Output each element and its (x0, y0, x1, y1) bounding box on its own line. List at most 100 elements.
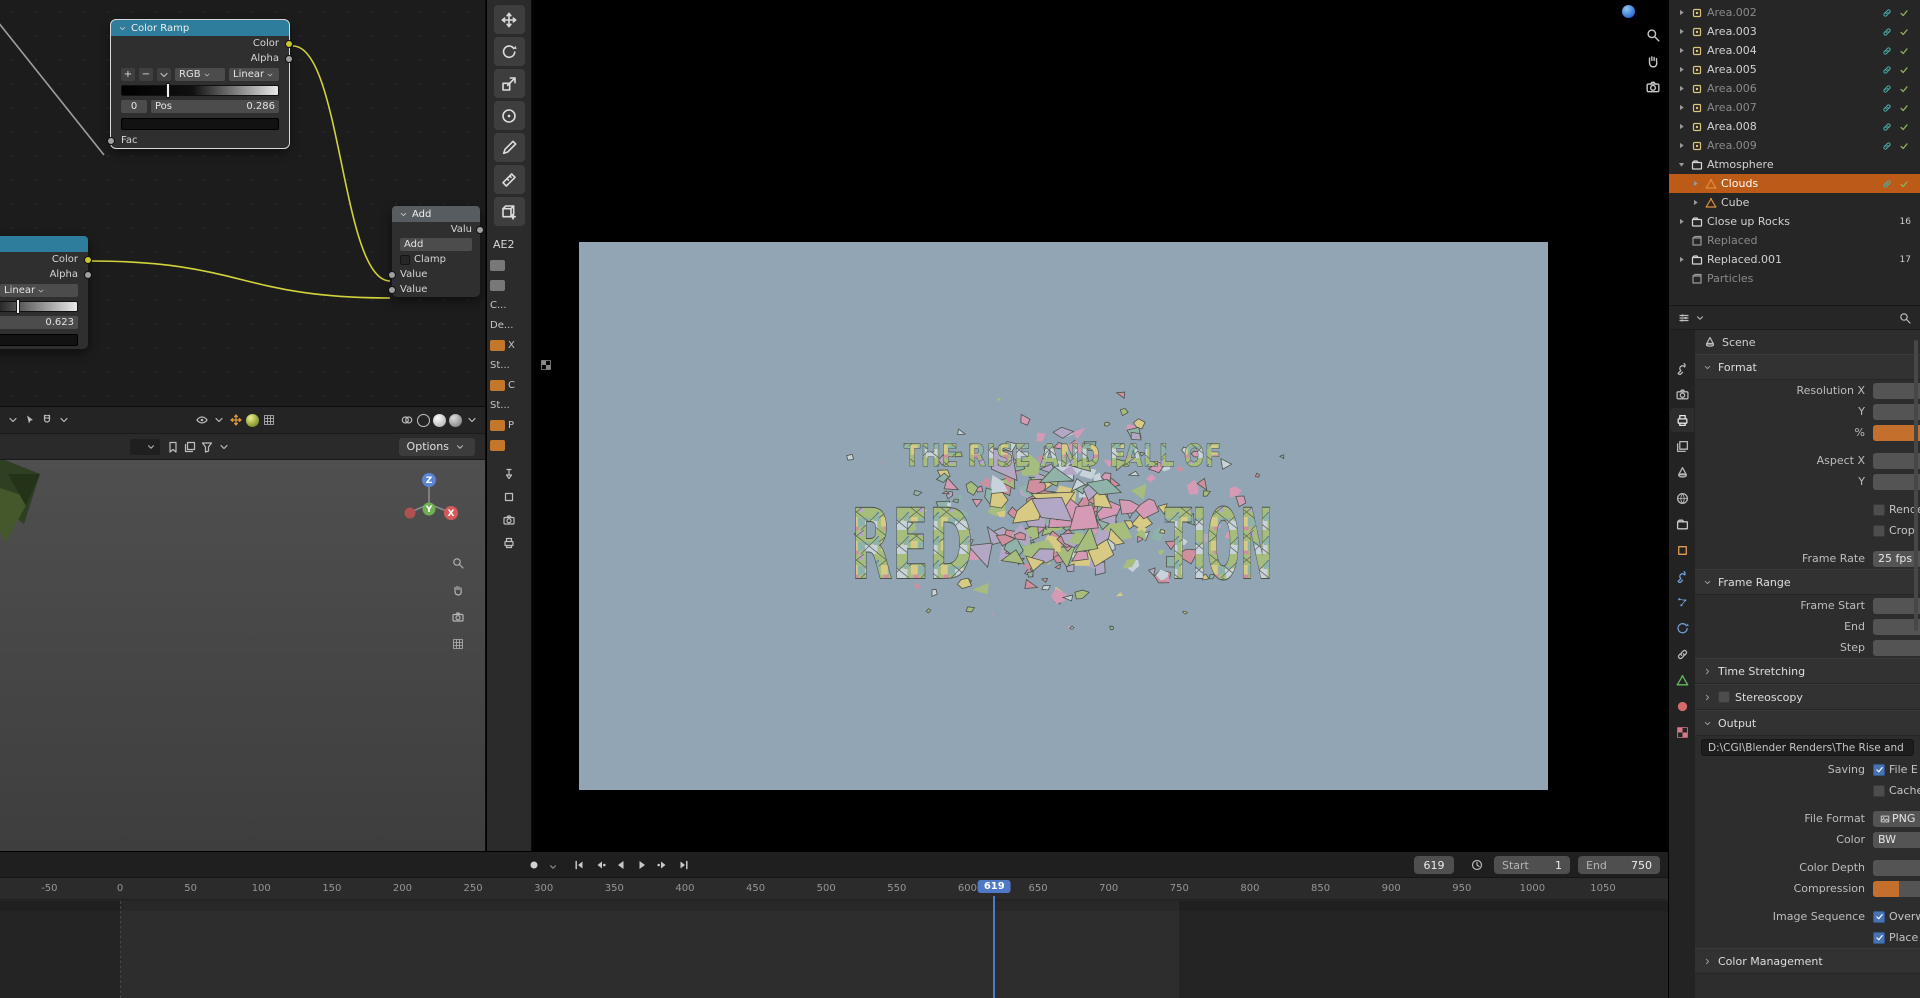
output-socket-color[interactable]: Color (111, 36, 293, 51)
stop-color-swatch[interactable] (0, 334, 78, 346)
layers-icon[interactable] (183, 440, 197, 454)
color-ramp-node[interactable]: Color Ramp Color Alpha + − RGB Linear 0 … (107, 19, 293, 149)
add-stop-button[interactable]: + (121, 68, 135, 81)
chevron-down-icon[interactable] (398, 209, 408, 219)
search-icon[interactable] (1898, 311, 1912, 325)
tab-object[interactable] (1670, 538, 1694, 562)
add-cube-tool-button[interactable] (493, 197, 525, 226)
disclosure-icon[interactable] (1675, 102, 1687, 114)
scrollbar[interactable] (1914, 340, 1918, 631)
strip-slot[interactable] (487, 275, 531, 295)
image-editor[interactable]: THE RISE AND FALL OF RED TION (533, 0, 1668, 851)
output-socket-alpha[interactable]: Alpha (111, 51, 293, 66)
editor-type-icon[interactable] (1677, 311, 1691, 325)
viewport-3d[interactable]: Options Z X Y (0, 407, 486, 851)
stop-index-field[interactable]: 0 (121, 100, 147, 113)
outliner[interactable]: Area.002 Area.003 Area.004 Area.005 Area.006… (1669, 0, 1920, 306)
tab-render[interactable] (1670, 382, 1694, 406)
check-icon[interactable] (1897, 63, 1911, 77)
strip-slot[interactable] (487, 435, 531, 455)
tab-texture[interactable] (1670, 720, 1694, 744)
operation-dropdown[interactable]: Add (400, 238, 472, 251)
move-tool-button[interactable] (493, 5, 525, 34)
panel-header-time-stretching[interactable]: Time Stretching (1695, 658, 1920, 684)
strip-slot[interactable]: C... (487, 295, 531, 315)
output-socket-color[interactable]: Color (0, 252, 92, 267)
tab-scene[interactable] (1670, 460, 1694, 484)
playhead[interactable]: 619 (977, 880, 1011, 893)
magnet-icon[interactable] (40, 413, 54, 427)
clock-icon[interactable] (1470, 858, 1484, 872)
disclosure-icon[interactable] (1675, 235, 1687, 247)
strip-slot[interactable] (487, 255, 531, 275)
grid-icon[interactable] (451, 637, 465, 651)
timeline-tracks[interactable] (0, 901, 1668, 998)
number-field[interactable] (1873, 403, 1920, 420)
next-key-icon[interactable] (656, 858, 670, 872)
tab-world[interactable] (1670, 486, 1694, 510)
grid-icon[interactable] (262, 413, 276, 427)
slider-field[interactable] (1873, 424, 1920, 441)
play-back-icon[interactable] (614, 858, 628, 872)
transform-tool-button[interactable] (493, 101, 525, 130)
disclosure-icon[interactable] (1675, 159, 1687, 171)
tab-constraint[interactable] (1670, 642, 1694, 666)
magnifier-icon[interactable] (1646, 28, 1660, 42)
measure-tool-button[interactable] (493, 165, 525, 194)
skip-end-icon[interactable] (677, 858, 691, 872)
panel-header-frame-range[interactable]: Frame Range (1695, 569, 1920, 595)
ball-wire-icon[interactable] (417, 413, 430, 427)
hand-icon[interactable] (451, 583, 465, 597)
outliner-item[interactable]: Clouds (1669, 174, 1920, 193)
tab-particles[interactable] (1670, 590, 1694, 614)
disclosure-icon[interactable] (1675, 64, 1687, 76)
auto-keyframe-record-icon[interactable] (527, 858, 541, 872)
tab-object-data[interactable] (1670, 668, 1694, 692)
chevron-down-icon[interactable] (1693, 311, 1707, 325)
check-icon[interactable] (1897, 101, 1911, 115)
chevron-down-icon[interactable] (212, 413, 226, 427)
outliner-item[interactable]: Close up Rocks 16 (1669, 212, 1920, 231)
tab-output[interactable] (1670, 408, 1694, 432)
prev-key-icon[interactable] (593, 858, 607, 872)
interpolation-dropdown[interactable]: Linear (229, 68, 279, 81)
checkbox[interactable] (1873, 524, 1885, 537)
funnel-icon[interactable] (200, 440, 214, 454)
input-socket-fac[interactable]: Fac (107, 133, 289, 148)
check-icon[interactable] (1897, 82, 1911, 96)
outliner-item[interactable]: Area.004 (1669, 41, 1920, 60)
shader-node-editor[interactable]: Color Ramp Color Alpha + − RGB Linear 0 … (0, 0, 486, 407)
panel-header-stereoscopy[interactable]: Stereoscopy (1695, 684, 1920, 710)
enum-field[interactable]: 25 fps (1873, 550, 1920, 567)
link-icon[interactable] (1880, 25, 1894, 39)
tab-collection[interactable] (1670, 512, 1694, 536)
output-path-field[interactable]: D:\CGI\Blender Renders\The Rise and (1701, 739, 1914, 756)
slider-field[interactable] (1873, 880, 1920, 897)
chevron-down-icon[interactable] (117, 23, 127, 33)
camera-icon[interactable] (1646, 80, 1660, 94)
chevron-down-icon[interactable] (6, 413, 20, 427)
checkbox[interactable] (1873, 910, 1885, 923)
texture-checker-icon[interactable] (539, 358, 553, 372)
disclosure-icon[interactable] (1675, 140, 1687, 152)
link-icon[interactable] (1880, 139, 1894, 153)
tab-physics[interactable] (1670, 616, 1694, 640)
options-button[interactable]: Options (398, 437, 475, 456)
number-field[interactable] (1873, 639, 1920, 656)
number-field[interactable] (1873, 597, 1920, 614)
link-icon[interactable] (1880, 63, 1894, 77)
ramp-handle[interactable] (166, 84, 169, 97)
strip-slot[interactable]: P (487, 415, 531, 435)
disclosure-icon[interactable] (1675, 121, 1687, 133)
stop-color-swatch[interactable] (121, 118, 279, 130)
outliner-item[interactable]: Area.006 (1669, 79, 1920, 98)
stop-position-field[interactable]: Pos 0.286 (151, 100, 279, 113)
remove-stop-button[interactable]: − (139, 68, 153, 81)
clamp-toggle[interactable]: Clamp (392, 252, 480, 267)
disclosure-icon[interactable] (1689, 197, 1701, 209)
ramp-handle[interactable] (17, 300, 20, 313)
link-icon[interactable] (1880, 177, 1894, 191)
strip-slot[interactable]: St... (487, 355, 531, 375)
enum-field[interactable]: BW (1873, 831, 1920, 848)
strip-slot[interactable]: St... (487, 395, 531, 415)
